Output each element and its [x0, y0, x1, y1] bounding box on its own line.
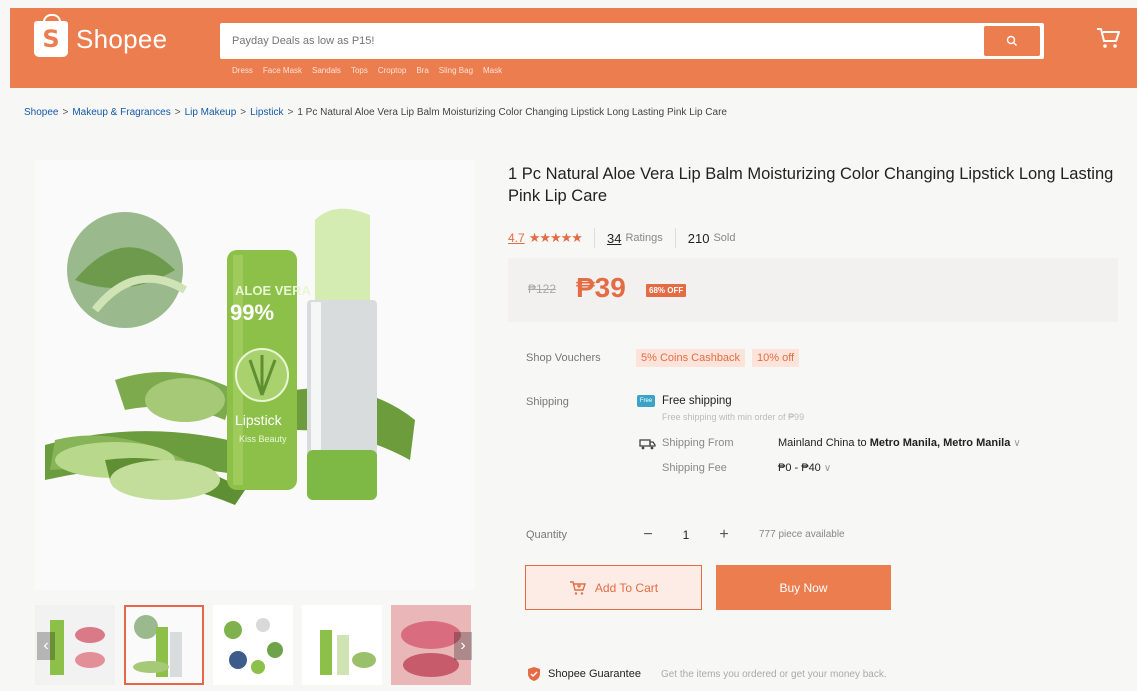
breadcrumb-current: 1 Pc Natural Aloe Vera Lip Balm Moisturi… — [297, 107, 727, 118]
top-header: S Shopee Dress Face Mask Sandals Tops Cr… — [10, 8, 1137, 88]
quantity-increase-button[interactable]: + — [708, 520, 740, 550]
image-brand-text: ALOE VERA — [235, 283, 311, 298]
breadcrumb-shopee[interactable]: Shopee — [24, 107, 58, 118]
ratings-count[interactable]: 34 — [607, 231, 621, 246]
thumbnail-4[interactable] — [302, 605, 382, 685]
rating-row: 4.7 ★★★★★ 34 Ratings 210 Sold — [508, 228, 735, 248]
thumbnail-next-arrow[interactable]: › — [454, 632, 472, 660]
add-to-cart-button[interactable]: Add To Cart — [525, 565, 702, 610]
quantity-decrease-button[interactable]: − — [632, 520, 664, 550]
rating-stars-icon: ★★★★★ — [528, 230, 583, 245]
breadcrumb-separator: > — [240, 107, 247, 118]
free-shipping-subtitle: Free shipping with min order of ₱99 — [662, 412, 805, 422]
search-bar — [220, 23, 1044, 59]
free-shipping-icon: Free — [637, 395, 655, 407]
hint-link[interactable]: Sandals — [312, 66, 341, 75]
shipping-destination: Metro Manila, Metro Manila — [869, 437, 1011, 449]
breadcrumb-separator: > — [287, 107, 294, 118]
thumbnail-2-selected[interactable] — [124, 605, 204, 685]
logo-text: Shopee — [76, 23, 168, 54]
add-cart-icon — [569, 580, 586, 595]
lipstick-balm — [315, 208, 370, 300]
hint-link[interactable]: Mask — [483, 66, 502, 75]
thumbnail-strip — [35, 605, 471, 685]
free-shipping-title: Free shipping — [662, 395, 732, 407]
hint-link[interactable]: Croptop — [378, 66, 406, 75]
search-hints: Dress Face Mask Sandals Tops Croptop Bra… — [232, 66, 502, 75]
cart-button[interactable] — [1095, 26, 1121, 55]
breadcrumb-makeup[interactable]: Makeup & Fragrances — [72, 107, 170, 118]
product-main-image[interactable]: ALOE VERA 99% Lipstick Kiss Beauty — [35, 160, 475, 590]
shipping-from-label: Shipping From — [662, 437, 734, 449]
thumbnail-3[interactable] — [213, 605, 293, 685]
hint-link[interactable]: Face Mask — [263, 66, 302, 75]
cart-icon — [1097, 28, 1120, 48]
quantity-input[interactable] — [664, 520, 708, 550]
breadcrumb: Shopee > Makeup & Fragrances > Lip Makeu… — [24, 107, 727, 118]
sold-label: Sold — [713, 232, 736, 244]
original-price: ₱122 — [528, 282, 557, 296]
chevron-down-icon: ∨ — [1013, 438, 1021, 449]
discount-badge: 68% OFF — [646, 284, 687, 297]
divider — [593, 228, 595, 248]
voucher-coins-cashback[interactable]: 5% Coins Cashback — [636, 349, 746, 367]
sale-price: ₱39 — [576, 272, 626, 303]
breadcrumb-separator: > — [174, 107, 181, 118]
search-icon — [1006, 35, 1017, 46]
shipping-from-value[interactable]: Mainland China to Metro Manila, Metro Ma… — [778, 437, 1021, 449]
search-button[interactable] — [984, 26, 1040, 56]
hint-link[interactable]: Sling Bag — [439, 66, 473, 75]
shipping-origin: Mainland China to — [778, 437, 870, 449]
truck-icon — [637, 437, 657, 455]
quantity-available: 777 piece available — [759, 529, 845, 540]
price-box: ₱122 ₱39 68% OFF — [508, 258, 1118, 322]
product-title: 1 Pc Natural Aloe Vera Lip Balm Moisturi… — [508, 165, 1114, 205]
sold-count: 210 — [687, 230, 710, 246]
image-name-text: Lipstick — [235, 412, 283, 428]
logo-letter: S — [42, 25, 60, 53]
shipping-label: Shipping — [526, 396, 569, 408]
chevron-down-icon: ∨ — [823, 463, 832, 474]
search-input[interactable] — [220, 23, 960, 59]
add-to-cart-label: Add To Cart — [594, 580, 659, 595]
ratings-label: Ratings — [625, 232, 663, 244]
divider — [674, 228, 676, 248]
product-photo: ALOE VERA 99% Lipstick Kiss Beauty — [45, 208, 415, 505]
hint-link[interactable]: Tops — [351, 66, 368, 75]
breadcrumb-lipstick[interactable]: Lipstick — [250, 107, 283, 118]
image-percent-text: 99% — [230, 300, 274, 325]
hint-link[interactable]: Bra — [416, 66, 428, 75]
shield-icon — [528, 667, 540, 681]
shopee-bag-icon: S — [34, 14, 68, 57]
breadcrumb-separator: > — [62, 107, 69, 118]
buy-now-label: Buy Now — [779, 580, 828, 595]
shipping-fee-label: Shipping Fee — [662, 462, 727, 474]
thumbnail-prev-arrow[interactable]: ‹ — [37, 632, 55, 660]
image-maker-text: Kiss Beauty — [239, 434, 287, 444]
quantity-stepper: − + — [632, 520, 740, 550]
quantity-label: Quantity — [526, 529, 567, 541]
shopee-logo[interactable]: S Shopee — [34, 14, 168, 57]
rating-value[interactable]: 4.7 — [508, 231, 525, 245]
hint-link[interactable]: Dress — [232, 66, 253, 75]
shopee-guarantee[interactable]: Shopee Guarantee Get the items you order… — [526, 666, 887, 682]
buy-now-button[interactable]: Buy Now — [716, 565, 891, 610]
guarantee-title: Shopee Guarantee — [548, 668, 641, 680]
voucher-10-off[interactable]: 10% off — [752, 349, 800, 367]
guarantee-text: Get the items you ordered or get your mo… — [660, 668, 887, 680]
shipping-fee-amount: ₱0 - ₱40 — [778, 462, 821, 474]
breadcrumb-lip-makeup[interactable]: Lip Makeup — [185, 107, 237, 118]
vouchers-label: Shop Vouchers — [526, 352, 601, 364]
shipping-fee-value[interactable]: ₱0 - ₱40 ∨ — [778, 462, 831, 474]
